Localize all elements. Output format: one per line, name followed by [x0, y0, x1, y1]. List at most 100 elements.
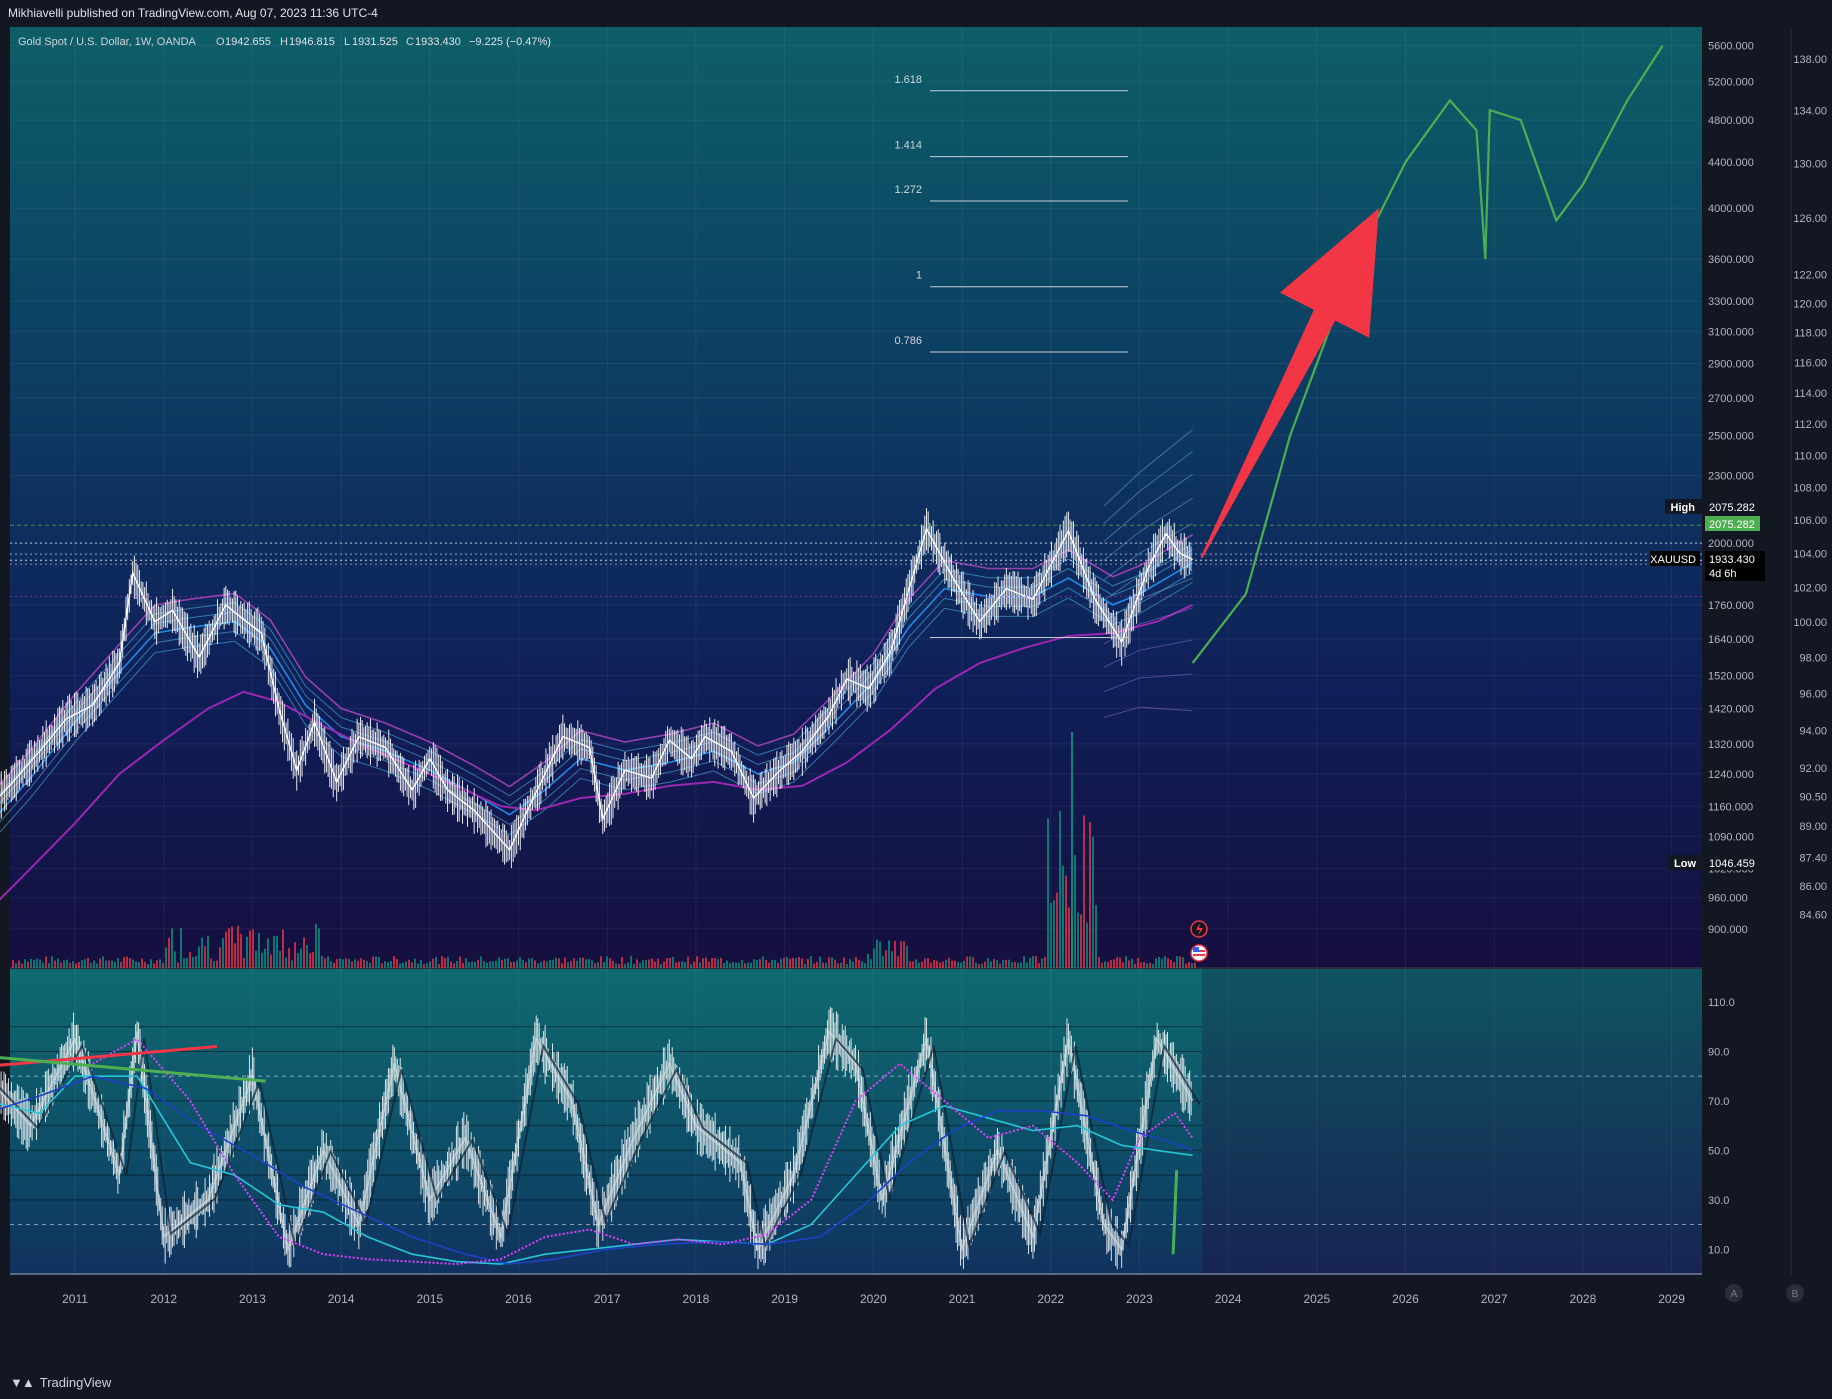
volume-bar: [876, 939, 878, 968]
osc-tick-label: 30.0: [1708, 1195, 1729, 1207]
osc-future-bg: [1202, 968, 1702, 1275]
volume-bar: [774, 960, 776, 968]
log-scale-button[interactable]: B: [1786, 1284, 1804, 1302]
volume-bar: [246, 936, 248, 968]
volume-bar: [873, 948, 875, 968]
volume-bar: [705, 957, 707, 968]
low-label: Low: [1674, 858, 1696, 870]
volume-bar: [378, 957, 380, 968]
volume-bar: [1098, 956, 1100, 968]
volume-bar: [1104, 961, 1106, 968]
year-tick-label: 2011: [62, 1292, 88, 1306]
volume-bar: [540, 961, 542, 968]
secondary-tick-label: 108.00: [1793, 483, 1827, 495]
volume-bar: [807, 958, 809, 968]
volume-bar: [399, 963, 401, 968]
volume-bar: [1053, 900, 1055, 968]
volume-bar: [18, 960, 20, 968]
volume-bar: [123, 957, 125, 968]
year-tick-label: 2013: [239, 1292, 266, 1306]
volume-bar: [102, 956, 104, 968]
volume-bar: [819, 956, 821, 968]
last-price: 1933.430: [1709, 554, 1755, 566]
volume-bar: [69, 962, 71, 968]
volume-bar: [384, 961, 386, 968]
volume-bar: [687, 956, 689, 968]
tradingview-logo[interactable]: ▼▲ TradingView: [10, 1366, 111, 1399]
volume-bar: [552, 959, 554, 968]
volume-bar: [429, 961, 431, 968]
volume-bar: [798, 957, 800, 968]
price-tick-label: 4800.000: [1708, 115, 1754, 127]
volume-bar: [972, 957, 974, 968]
volume-bar: [474, 961, 476, 968]
volume-bar: [1080, 914, 1082, 968]
volume-bar: [1020, 962, 1022, 968]
volume-bar: [498, 957, 500, 968]
secondary-tick-label: 116.00: [1794, 358, 1827, 370]
volume-bar: [204, 946, 206, 968]
secondary-tick-label: 86.00: [1799, 881, 1827, 893]
volume-bar: [15, 963, 17, 968]
volume-bar: [879, 941, 881, 968]
volume-bar: [177, 962, 179, 968]
price-tick-label: 1240.000: [1708, 769, 1754, 781]
btn-b-label: B: [1792, 1289, 1799, 1300]
volume-bar: [1158, 956, 1160, 968]
high-value: 2075.282: [1709, 502, 1755, 514]
volume-bar: [867, 953, 869, 968]
volume-bar: [648, 959, 650, 968]
legend-h-value: 1946.815: [289, 36, 335, 48]
volume-bar: [162, 962, 164, 968]
volume-bar: [54, 960, 56, 968]
volume-bar: [726, 960, 728, 968]
osc-tick-label: 70.0: [1708, 1096, 1729, 1108]
volume-bar: [684, 962, 686, 968]
volume-bar: [333, 962, 335, 968]
volume-bar: [912, 961, 914, 968]
volume-bar: [237, 925, 239, 968]
volume-bar: [732, 961, 734, 968]
volume-bar: [288, 947, 290, 968]
secondary-tick-label: 112.00: [1794, 419, 1827, 431]
legend-symbol[interactable]: Gold Spot / U.S. Dollar, 1W, OANDA: [18, 36, 197, 48]
lightning-icon[interactable]: [1190, 920, 1208, 938]
fib-label: 0.786: [894, 335, 922, 347]
volume-bar: [231, 926, 233, 968]
chart-stage[interactable]: 1.618 1.414 1.272 1 0.786 5600.000 5200.000 48…: [0, 27, 1832, 1339]
volume-bar: [918, 962, 920, 968]
price-tick-label: 2700.000: [1708, 393, 1754, 405]
volume-bar: [501, 959, 503, 968]
volume-bar: [891, 951, 893, 968]
volume-bar: [174, 951, 176, 968]
price-pane-bg: [10, 27, 1702, 968]
volume-bar: [1014, 961, 1016, 968]
volume-bar: [600, 956, 602, 968]
volume-bar: [897, 956, 899, 968]
auto-scale-button[interactable]: A: [1725, 1284, 1743, 1302]
volume-bar: [528, 958, 530, 968]
volume-bar: [138, 962, 140, 968]
secondary-tick-label: 90.50: [1799, 792, 1827, 804]
volume-bar: [1164, 956, 1166, 968]
year-tick-label: 2019: [771, 1292, 798, 1306]
volume-bar: [561, 963, 563, 968]
volume-bar: [1083, 815, 1085, 968]
price-tick-label: 1160.000: [1708, 801, 1753, 813]
chart-svg[interactable]: 1.618 1.414 1.272 1 0.786 5600.000 5200.000 48…: [0, 27, 1832, 1339]
volume-bar: [42, 962, 44, 968]
volume-bar: [39, 959, 41, 968]
secondary-tick-label: 102.00: [1793, 582, 1827, 594]
volume-bar: [843, 957, 845, 968]
publish-line: Mikhiavelli published on TradingView.com…: [8, 6, 378, 20]
volume-bar: [417, 963, 419, 968]
volume-bar: [951, 960, 953, 968]
volume-bar: [954, 960, 956, 968]
volume-bar: [213, 960, 215, 968]
us-flag-icon[interactable]: [1190, 944, 1208, 962]
volume-bar: [132, 959, 134, 968]
volume-bar: [495, 960, 497, 968]
volume-bar: [471, 961, 473, 968]
year-tick-label: 2012: [150, 1292, 177, 1306]
volume-bar: [657, 958, 659, 968]
